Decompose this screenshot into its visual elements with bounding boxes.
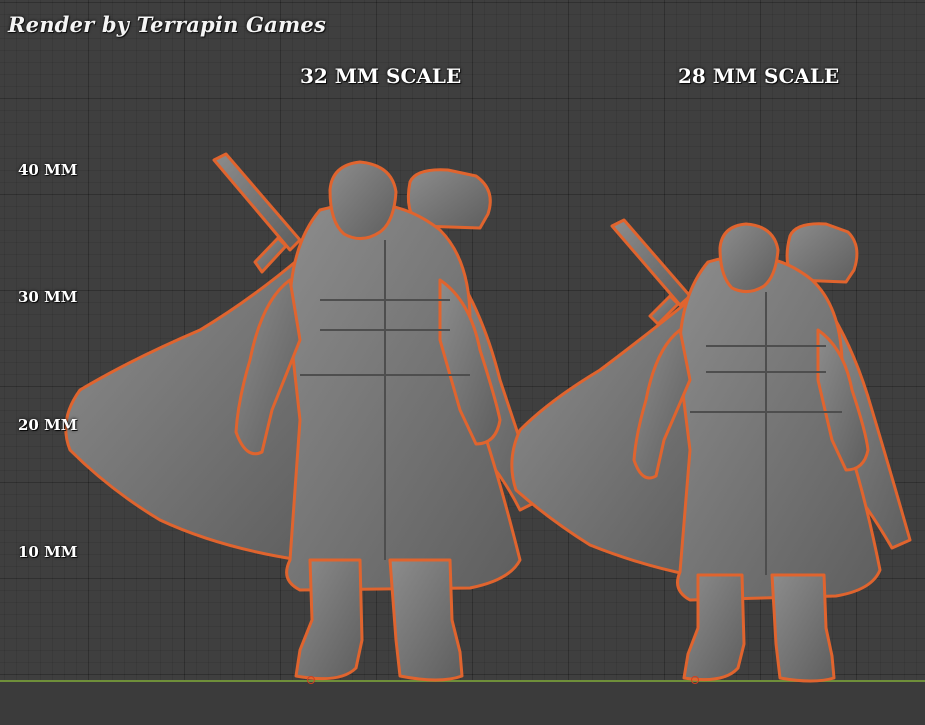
origin-marker — [307, 676, 315, 684]
ruler-label-40mm: 40 MM — [18, 161, 78, 179]
origin-marker — [691, 676, 699, 684]
ruler-label-10mm: 10 MM — [18, 543, 78, 561]
ruler-label-20mm: 20 MM — [18, 416, 78, 434]
viewport: Render by Terrapin Games 32 MM SCALE 28 … — [0, 0, 925, 725]
sword — [610, 218, 692, 307]
render-credit: Render by Terrapin Games — [8, 12, 326, 37]
scale-title-32mm: 32 MM SCALE — [300, 64, 462, 88]
figure-28mm — [510, 218, 912, 683]
head — [718, 222, 780, 293]
scale-title-28mm: 28 MM SCALE — [678, 64, 840, 88]
ruler-label-30mm: 30 MM — [18, 288, 78, 306]
